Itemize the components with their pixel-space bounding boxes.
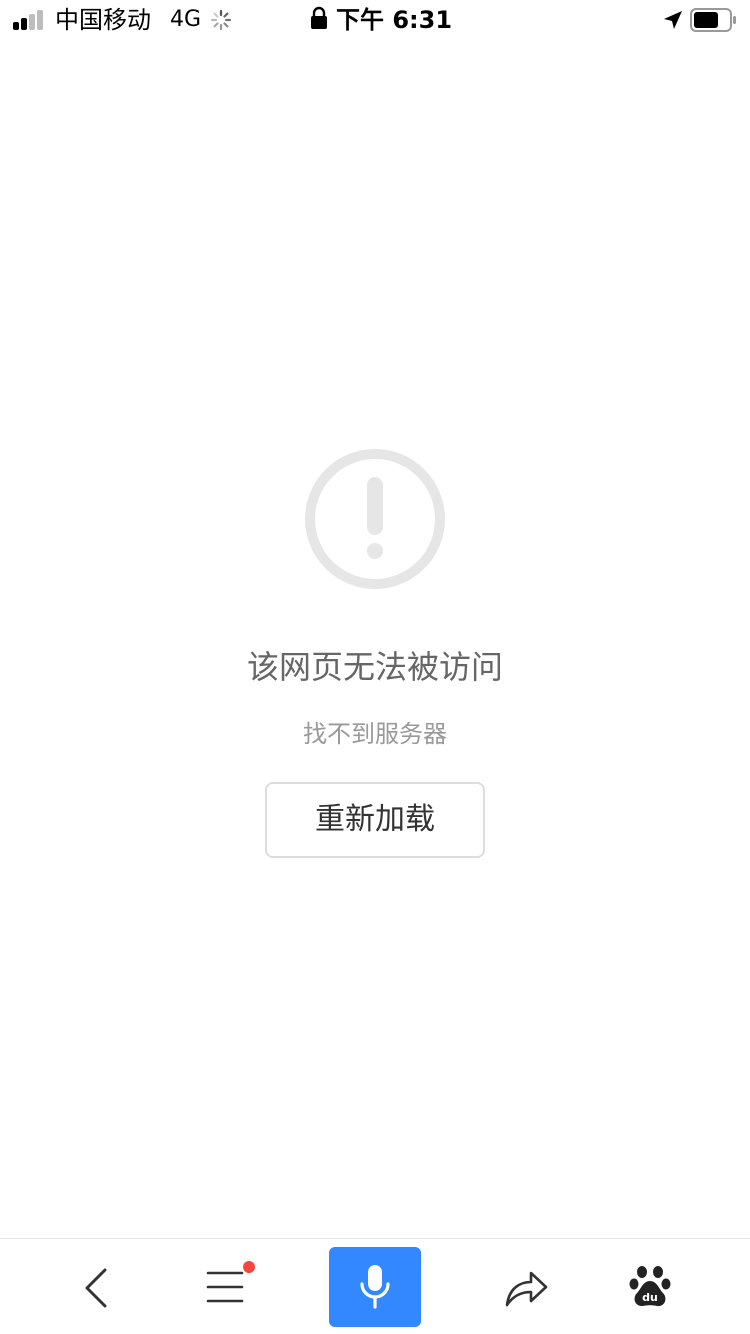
- menu-button[interactable]: [185, 1239, 265, 1334]
- reload-button[interactable]: 重新加载: [265, 782, 485, 858]
- back-button[interactable]: [55, 1239, 135, 1334]
- status-time: 下午 6:31: [336, 6, 453, 34]
- chevron-left-icon: [85, 1268, 107, 1308]
- browser-screen: 中国移动 4G 下午 6:31 该网页无法被访问 找不到服务器 重新加载 du: [0, 0, 750, 1334]
- carrier-name: 中国移动: [55, 6, 151, 34]
- hamburger-menu-icon: [206, 1271, 244, 1303]
- baidu-paw-icon: du: [629, 1266, 671, 1307]
- error-title: 该网页无法被访问: [246, 648, 503, 686]
- network-type: 4G: [170, 7, 202, 32]
- baidu-home-button[interactable]: du: [610, 1239, 690, 1334]
- share-button[interactable]: [485, 1239, 565, 1334]
- battery-icon: [690, 8, 736, 32]
- error-subtitle: 找不到服务器: [303, 720, 447, 748]
- loading-spinner-icon: [210, 9, 232, 31]
- exclamation-circle-icon: [305, 449, 445, 589]
- lock-icon: [311, 6, 327, 29]
- microphone-icon: [360, 1265, 390, 1309]
- location-arrow-icon: [664, 11, 682, 29]
- bottom-toolbar: du: [0, 1238, 750, 1334]
- voice-search-button[interactable]: [329, 1247, 421, 1327]
- share-arrow-icon: [505, 1271, 548, 1307]
- signal-icon: [13, 10, 47, 30]
- status-bar: 中国移动 4G 下午 6:31: [0, 0, 750, 40]
- svg-text:du: du: [642, 1291, 658, 1304]
- notification-badge: [243, 1261, 255, 1273]
